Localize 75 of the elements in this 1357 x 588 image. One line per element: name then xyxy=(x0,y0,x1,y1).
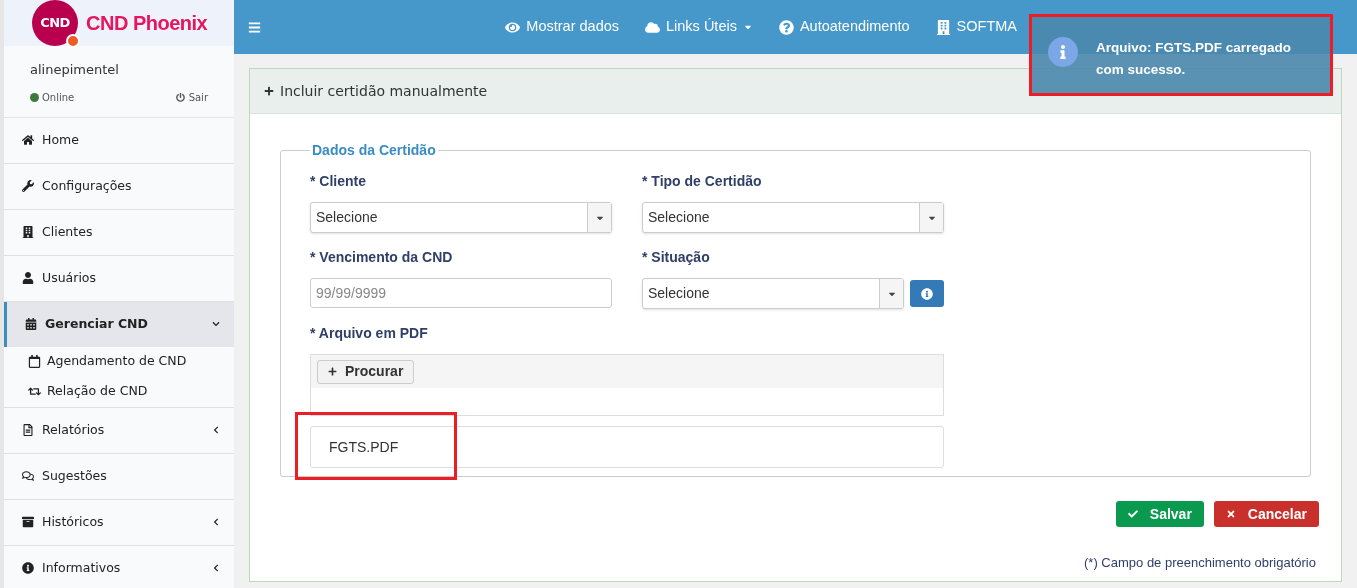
field-label: * Tipo de Certidão xyxy=(642,172,763,191)
field-label: * Vencimento da CND xyxy=(310,248,454,267)
submenu-label: Agendamento de CND xyxy=(47,352,187,371)
plus-icon xyxy=(264,86,274,96)
document-icon xyxy=(22,424,34,436)
status-text: Online xyxy=(42,90,75,105)
home-icon xyxy=(22,134,34,146)
field-label: * Cliente xyxy=(310,172,367,191)
date-field[interactable]: 99/99/9999 xyxy=(310,278,612,308)
submenu-label: Relação de CND xyxy=(47,382,148,401)
save-button[interactable]: Salvar xyxy=(1115,501,1204,527)
close-icon xyxy=(1225,509,1236,519)
power-icon xyxy=(175,92,185,102)
sidebar-label: Usuários xyxy=(42,268,98,287)
calendar-icon xyxy=(25,318,37,330)
sidebar-label: Clientes xyxy=(42,222,94,241)
submenu-item[interactable]: Agendamento de CND xyxy=(4,346,234,377)
archive-icon xyxy=(22,516,34,528)
arrows-icon xyxy=(28,385,41,398)
file-name: FGTS.PDF xyxy=(329,437,399,457)
sidebar-item[interactable]: Relatórios xyxy=(4,407,234,453)
select-value: Selecione xyxy=(315,208,379,227)
sidebar-item[interactable]: Home xyxy=(4,117,234,163)
select-field[interactable]: Selecione xyxy=(642,278,904,309)
info-button[interactable] xyxy=(910,280,944,307)
phoenix-badge-icon xyxy=(66,34,80,48)
top-menu-label: Links Úteis xyxy=(666,17,737,37)
sidebar-item[interactable]: Informativos xyxy=(4,545,234,588)
top-menu-label: Mostrar dados xyxy=(526,17,619,37)
select-field[interactable]: Selecione xyxy=(642,202,944,233)
sidebar-item[interactable]: Configurações xyxy=(4,163,234,209)
sidebar-label: Históricos xyxy=(42,512,105,531)
fieldset-title: Dados da Certidão xyxy=(311,141,437,160)
plus-icon xyxy=(328,367,337,376)
brand-name: CND Phoenix xyxy=(86,11,208,36)
cancel-button[interactable]: Cancelar xyxy=(1213,501,1319,527)
sidebar-item[interactable]: Usuários xyxy=(4,255,234,301)
select-value: Selecione xyxy=(647,284,711,303)
sidebar-label: Configurações xyxy=(42,176,133,195)
required-note: (*) Campo de preenchimento obrigatório xyxy=(1084,554,1316,572)
field-label: * Arquivo em PDF xyxy=(310,324,429,343)
sidebar-item[interactable]: Históricos xyxy=(4,499,234,545)
sidebar-label: Relatórios xyxy=(42,420,106,439)
logo-text: CND xyxy=(40,14,70,33)
panel-title: Incluir certidão manualmente xyxy=(280,81,488,101)
info-icon xyxy=(22,562,34,574)
info-icon xyxy=(1048,37,1078,67)
help-icon xyxy=(778,19,794,35)
wrench-icon xyxy=(22,180,34,192)
sidebar-item[interactable]: Clientes xyxy=(4,209,234,255)
top-menu-label: SOFTMA xyxy=(956,17,1017,37)
sidebar-label: Sugestões xyxy=(42,466,108,485)
sidebar-item[interactable]: Sugestões xyxy=(4,453,234,499)
toast-message: Arquivo: FGTS.PDF carregado com sucesso. xyxy=(1096,39,1293,79)
top-menu-label: Autoatendimento xyxy=(799,17,910,37)
sidebar-label: Home xyxy=(42,130,80,149)
chat-icon xyxy=(22,470,34,482)
select-value: Selecione xyxy=(647,208,711,227)
sidebar-label: Gerenciar CND xyxy=(45,314,149,333)
building-icon xyxy=(22,226,34,238)
field-label: * Situação xyxy=(642,248,711,267)
calendar-icon xyxy=(28,355,41,368)
select-field[interactable]: Selecione xyxy=(310,202,612,233)
info-icon xyxy=(921,287,933,300)
user-icon xyxy=(22,272,34,284)
submenu-item[interactable]: Relação de CND xyxy=(4,376,234,407)
browse-button[interactable]: Procurar xyxy=(317,359,415,384)
building-icon xyxy=(935,19,951,35)
check-icon xyxy=(1127,509,1138,519)
logout-link[interactable]: Sair xyxy=(175,89,208,105)
cloud-icon xyxy=(645,19,660,35)
sidebar-label: Informativos xyxy=(42,558,122,577)
sidebar-item[interactable]: Gerenciar CND xyxy=(4,301,234,347)
user-name: alinepimentel xyxy=(30,61,120,79)
menu-icon[interactable] xyxy=(248,20,261,34)
